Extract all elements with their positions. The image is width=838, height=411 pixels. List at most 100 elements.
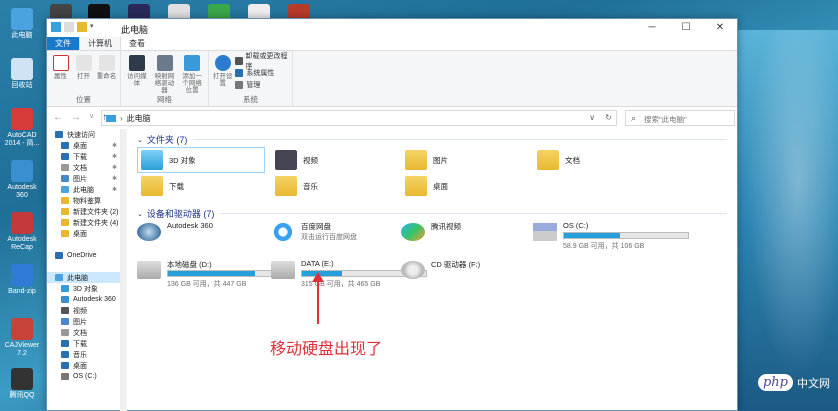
nav-item-label: 3D 对象 [73,285,98,293]
nav-item[interactable]: 此电脑 ✱ [47,184,120,195]
nav-item [47,239,120,250]
folders-section-header[interactable]: ⌄ 文件夹 (7) [137,133,727,146]
back-button[interactable]: ← [53,112,63,123]
folder-videos[interactable]: 视频 [275,150,318,170]
drive-baidu-netdisk[interactable]: 百度网盘 双击运行百度网盘 [271,221,399,247]
folder-desktop[interactable]: 桌面 [405,176,448,196]
recent-locations-button[interactable]: ∨ [89,112,94,123]
forward-button[interactable]: → [71,112,81,123]
title-bar[interactable]: ▾ 此电脑 ─ ☐ ✕ [47,19,737,37]
properties-icon[interactable] [64,22,74,32]
nav-item-label: 快速访问 [67,131,95,139]
pin-icon[interactable]: ✱ [112,153,117,160]
nav-item[interactable]: 桌面 ✱ [47,140,120,151]
navpane-scrollbar[interactable] [121,129,127,411]
drive-c[interactable]: OS (C:) 58.9 GB 可用，共 106 GB [533,221,693,250]
nav-item[interactable]: 快速访问 [47,129,120,140]
chevron-down-icon[interactable]: ▾ [90,22,96,32]
drives-section-header[interactable]: ⌄ 设备和驱动器 (7) [137,207,727,220]
close-button[interactable]: ✕ [703,19,737,37]
desktop-icon[interactable]: Autodesk ReCap [2,212,42,252]
nav-item-label: 图片 [73,175,87,183]
system-properties-link[interactable]: 系统属性 [235,68,289,78]
nav-item[interactable]: 下载 [47,338,120,349]
nav-item [47,261,120,272]
folder-documents[interactable]: 文档 [537,150,580,170]
address-bar[interactable]: › 此电脑 ∨ ↻ [101,110,617,126]
nav-item[interactable]: 图片 [47,316,120,327]
nav-item[interactable]: 此电脑 [47,272,120,283]
nav-item[interactable]: 文档 [47,327,120,338]
nav-item[interactable]: 新建文件夹 (2) [47,206,120,217]
folder-3d-objects[interactable]: 3D 对象 [137,147,265,173]
nav-item[interactable]: 新建文件夹 (4) [47,217,120,228]
drive-autodesk-360[interactable]: Autodesk 360 [137,221,265,245]
pc-icon[interactable] [51,22,61,32]
new-folder-icon[interactable] [77,22,87,32]
network-location-icon [184,55,201,71]
pin-icon[interactable]: ✱ [112,186,117,193]
nav-item[interactable]: 视频 [47,305,120,316]
nav-item-label: 桌面 [73,142,87,150]
nav-item[interactable]: 物料鉴算 [47,195,120,206]
nav-item[interactable]: OS (C:) [47,371,120,382]
desktop-icon-label: Band-zip [8,288,36,295]
minimize-button[interactable]: ─ [635,19,669,37]
nav-item[interactable]: 文档 ✱ [47,162,120,173]
tab-computer[interactable]: 计算机 [79,36,121,50]
desktop-icon-label: 此电脑 [11,32,33,39]
nav-item-label: 下载 [73,153,87,161]
desktop-icon[interactable]: AutoCAD 2014 - 简... [2,108,42,148]
nav-item-label: 音乐 [73,351,87,359]
baidu-cloud-icon [271,223,295,241]
explorer-window: ▾ 此电脑 ─ ☐ ✕ 文件 计算机 查看 属性 打开 重命名 位置 访问媒体 … [46,18,738,411]
nav-item[interactable]: 桌面 [47,360,120,371]
nav-item-icon [55,131,63,138]
nav-item[interactable]: Autodesk 360 [47,294,120,305]
nav-item-icon [61,219,69,226]
nav-item-icon [61,153,69,160]
address-row: ← → ∨ ↑ › 此电脑 ∨ ↻ ⌕ 搜索"此电脑" [47,107,737,129]
documents-icon [537,150,559,170]
desktop-icon[interactable]: 回收站 [2,58,42,90]
desktop-icon[interactable]: Band-zip [2,264,42,296]
folder-downloads[interactable]: 下载 [141,176,184,196]
nav-item[interactable]: 图片 ✱ [47,173,120,184]
pin-icon[interactable]: ✱ [112,175,117,182]
manage-link[interactable]: 管理 [235,80,289,90]
music-icon [275,176,297,196]
drive-tencent-video[interactable]: 腾讯视频 [401,221,529,245]
refresh-icon[interactable]: ↻ [605,113,612,122]
nav-item[interactable]: 桌面 [47,228,120,239]
desktop-icon-label: 回收站 [11,82,33,89]
desktop-icon[interactable]: 腾讯QQ [2,368,42,400]
desktop-icon[interactable]: CAJViewer 7.2 [2,318,42,358]
manage-icon [235,81,244,89]
folder-music[interactable]: 音乐 [275,176,318,196]
pin-icon[interactable]: ✱ [112,142,117,149]
app-icon [11,108,33,130]
annotation-text: 移动硬盘出现了 [270,339,383,358]
desktop-icon[interactable]: Autodesk 360 [2,160,42,200]
content-pane: ⌄ 文件夹 (7) 3D 对象 视频 图片 文档 下载 音乐 桌面 ⌄ 设备和驱… [131,129,735,411]
nav-item[interactable]: 下载 ✱ [47,151,120,162]
desktop-icon-label: Autodesk 360 [7,184,37,199]
app-icon [11,264,33,286]
desktop-icon-label: AutoCAD 2014 - 简... [4,132,40,147]
uninstall-program-link[interactable]: 卸载或更改程序 [235,53,289,70]
chevron-down-icon[interactable]: ∨ [589,113,595,122]
nav-item[interactable]: OneDrive [47,250,120,261]
nav-item[interactable]: 音乐 [47,349,120,360]
tab-file[interactable]: 文件 [47,37,79,50]
desktop-icon-column: 此电脑回收站 AutoCAD 2014 - 简... Autodesk 360 Aut… [0,0,44,411]
pin-icon[interactable]: ✱ [112,164,117,171]
drive-f[interactable]: CD 驱动器 (F:) [401,259,529,283]
nav-item[interactable]: 3D 对象 [47,283,120,294]
maximize-button[interactable]: ☐ [669,19,703,37]
folder-pictures[interactable]: 图片 [405,150,448,170]
breadcrumb[interactable]: 此电脑 [127,113,151,124]
php-logo: php [757,374,793,391]
search-input[interactable]: ⌕ 搜索"此电脑" [625,110,735,126]
tab-view[interactable]: 查看 [121,37,153,50]
desktop-icon[interactable]: 此电脑 [2,8,42,40]
